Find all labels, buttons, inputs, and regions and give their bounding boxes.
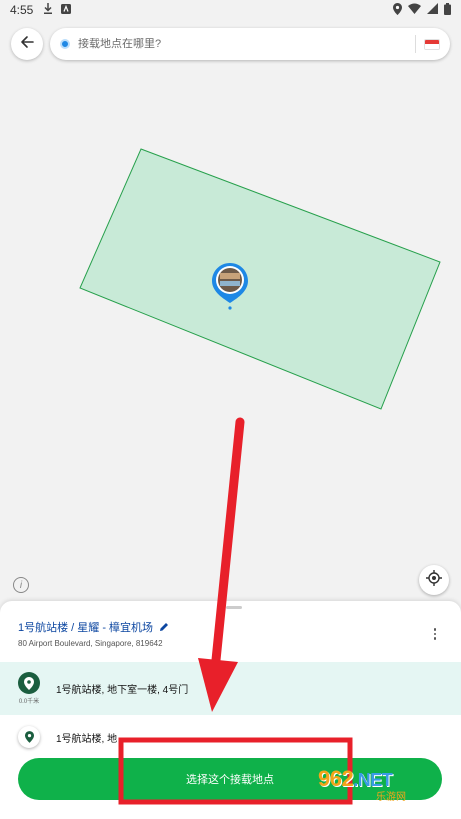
pickup-dot-icon xyxy=(60,39,70,49)
arrow-left-icon xyxy=(20,35,34,54)
pickup-search-input[interactable] xyxy=(78,38,407,50)
status-bar: 4:55 xyxy=(0,0,461,20)
option-label: 1号航站楼, 地下室一楼, 4号门 xyxy=(56,685,189,696)
pickup-area-polygon xyxy=(79,148,441,410)
pickup-option[interactable]: 1号航站楼, 地 xyxy=(0,717,461,757)
watermark-logo: 962.NET 乐游网 xyxy=(318,766,406,803)
watermark-suffix: .NET xyxy=(353,770,393,790)
pickup-option-selected[interactable]: 0.0千米 1号航站楼, 地下室一楼, 4号门 xyxy=(0,662,461,715)
sheet-drag-handle[interactable] xyxy=(226,606,242,609)
status-time: 4:55 xyxy=(10,3,34,17)
pencil-icon[interactable] xyxy=(159,622,169,632)
back-button[interactable] xyxy=(11,28,43,60)
cell-signal-icon xyxy=(427,3,438,17)
crosshair-icon xyxy=(426,569,442,591)
more-options-icon[interactable] xyxy=(428,625,442,643)
watermark-sub: 乐游网 xyxy=(376,792,406,803)
pickup-search-box[interactable] xyxy=(50,28,450,60)
wifi-icon xyxy=(408,3,421,17)
battery-icon xyxy=(444,2,451,18)
location-pin-icon xyxy=(18,672,40,694)
singapore-flag-icon[interactable] xyxy=(424,38,440,50)
place-name-row[interactable]: 1号航站楼 / 星耀 - 樟宜机场 xyxy=(18,619,169,635)
watermark-main: 962 xyxy=(318,766,354,791)
place-name: 1号航站楼 / 星耀 - 樟宜机场 xyxy=(18,622,154,634)
place-address: 80 Airport Boulevard, Singapore, 819642 xyxy=(18,639,163,648)
option-distance: 0.0千米 xyxy=(18,699,40,705)
search-divider xyxy=(415,35,416,53)
option-label: 1号航站楼, 地 xyxy=(56,733,118,745)
app-notification-icon xyxy=(61,3,72,17)
location-status-icon xyxy=(393,2,402,18)
download-icon xyxy=(43,3,53,17)
my-location-button[interactable] xyxy=(419,565,449,595)
map-view[interactable] xyxy=(0,70,461,610)
location-pin-icon xyxy=(18,726,40,748)
info-icon[interactable]: i xyxy=(13,577,29,593)
